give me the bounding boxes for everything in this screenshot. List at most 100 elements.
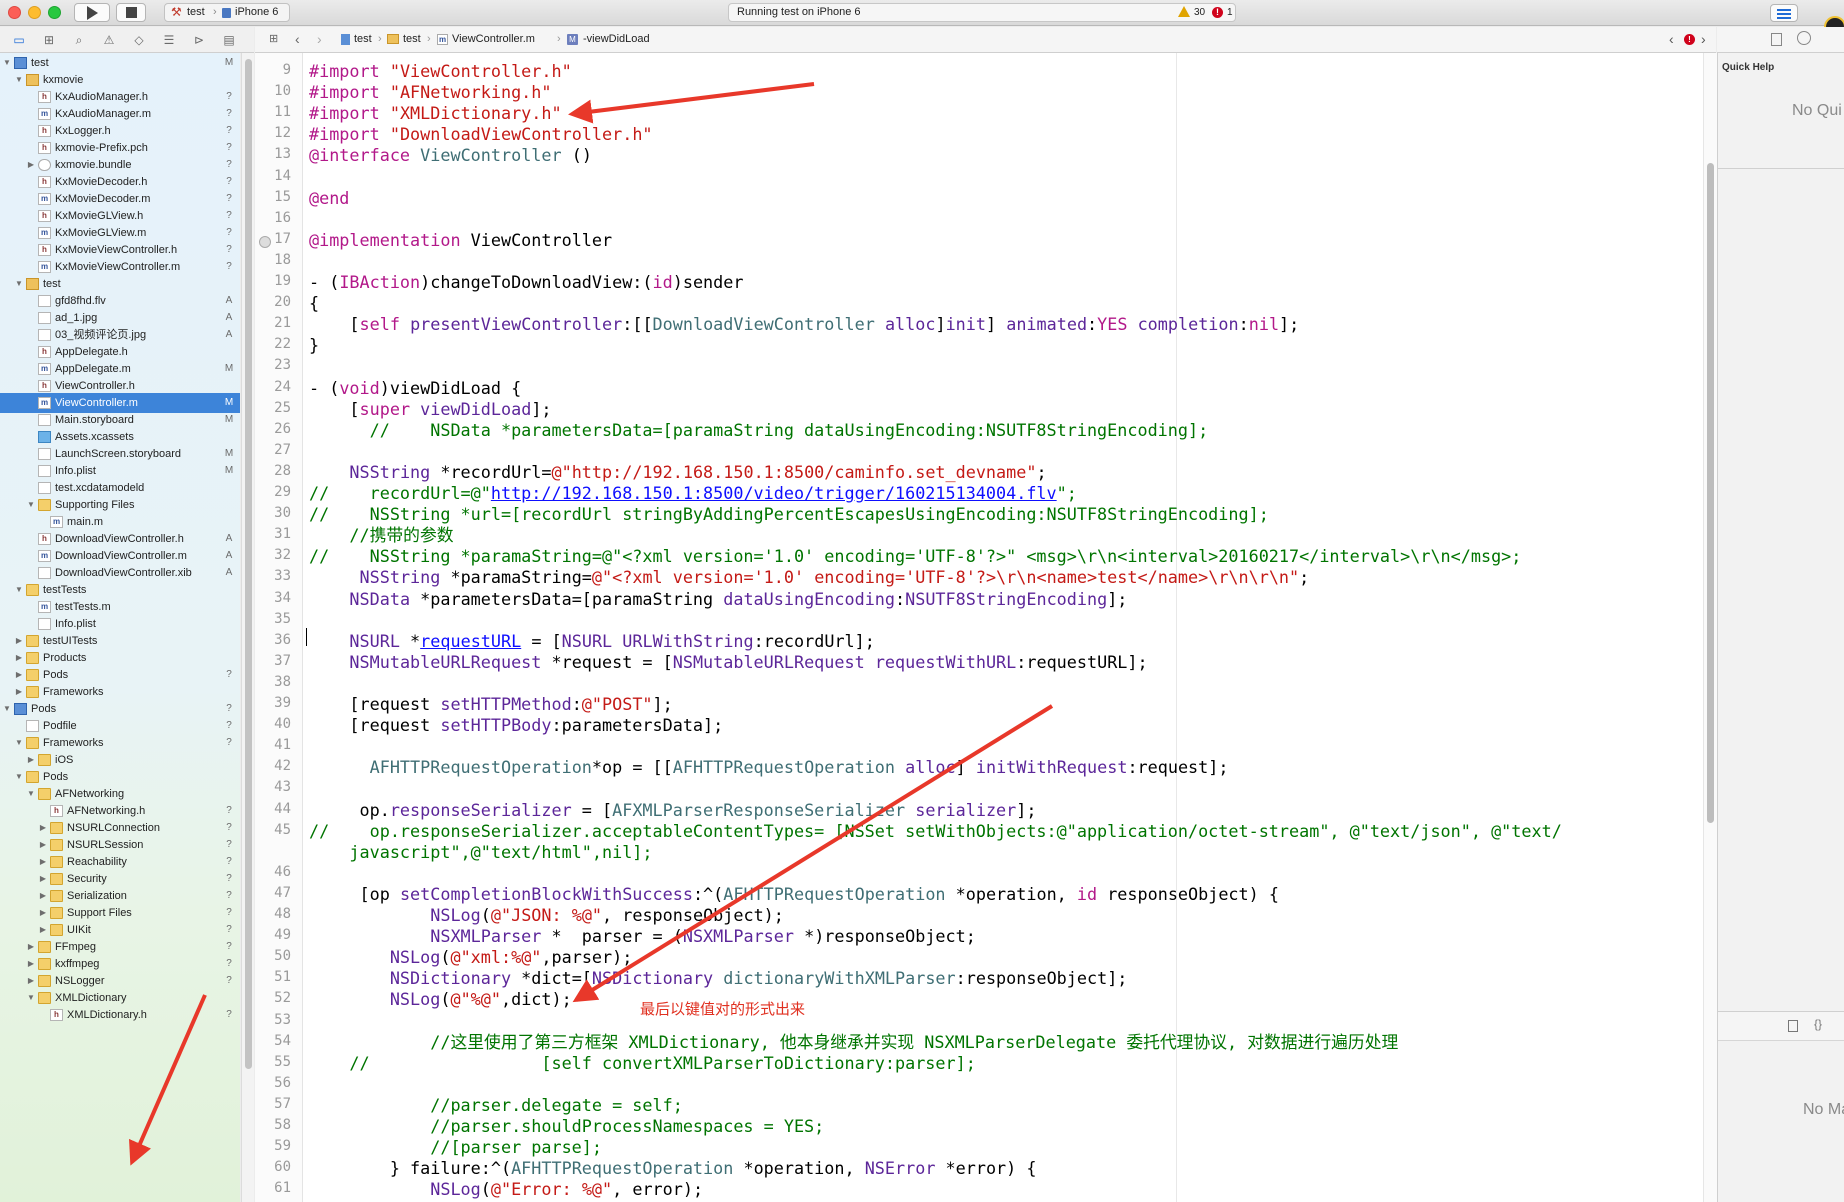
navigator-scrollbar[interactable] bbox=[241, 53, 254, 1202]
chevron-right-icon[interactable]: › bbox=[317, 27, 322, 52]
close-window-button[interactable] bbox=[8, 6, 21, 19]
code-line[interactable]: NSXMLParser * parser = (NSXMLParser *)re… bbox=[309, 926, 976, 947]
chevron-right-icon[interactable]: › bbox=[1701, 27, 1706, 52]
m-file-icon: m bbox=[50, 516, 63, 528]
code-line[interactable]: NSString *recordUrl=@"http://192.168.150… bbox=[309, 462, 1046, 483]
quick-help-icon[interactable] bbox=[1797, 31, 1811, 45]
stop-button[interactable] bbox=[116, 3, 146, 22]
code-line[interactable]: #import "XMLDictionary.h" bbox=[309, 103, 562, 124]
device-name[interactable]: iPhone 6 bbox=[235, 4, 278, 21]
code-line[interactable]: // NSString *paramaString=@"<?xml versio… bbox=[309, 546, 1521, 567]
code-snippet-icon[interactable]: {} bbox=[1814, 1017, 1822, 1031]
code-line[interactable]: [request setHTTPMethod:@"POST"]; bbox=[309, 694, 672, 715]
code-line[interactable]: @end bbox=[309, 188, 349, 209]
project-icon bbox=[341, 34, 350, 45]
error-icon[interactable]: ! bbox=[1212, 7, 1223, 18]
code-line[interactable]: #import "DownloadViewController.h" bbox=[309, 124, 653, 145]
warning-icon[interactable] bbox=[1178, 6, 1190, 17]
code-line[interactable]: //这里使用了第三方框架 XMLDictionary, 他本身继承并实现 NSX… bbox=[309, 1032, 1398, 1053]
code-line[interactable]: NSLog(@"Error: %@", error); bbox=[309, 1179, 703, 1200]
code-line[interactable]: // NSData *parametersData=[paramaString … bbox=[309, 420, 1209, 441]
code-line[interactable]: NSString *paramaString=@"<?xml version='… bbox=[309, 567, 1310, 588]
line-number: 9 bbox=[282, 62, 291, 78]
breakpoint-icon[interactable]: ⊳ bbox=[192, 33, 206, 47]
code-line[interactable]: //parser.delegate = self; bbox=[309, 1095, 683, 1116]
chevron-left-icon[interactable]: ‹ bbox=[1669, 27, 1674, 52]
code-line[interactable]: { bbox=[309, 293, 319, 314]
folder-file-icon bbox=[50, 907, 63, 919]
page-guide bbox=[1176, 53, 1177, 1202]
h-file-icon: h bbox=[38, 244, 51, 256]
code-line[interactable]: NSLog(@"%@",dict); bbox=[309, 989, 572, 1010]
code-line[interactable]: javascript",@"text/html",nil]; bbox=[309, 842, 652, 863]
symbol-icon[interactable]: ⊞ bbox=[42, 33, 56, 47]
code-line[interactable]: #import "ViewController.h" bbox=[309, 61, 572, 82]
code-line[interactable]: } bbox=[309, 335, 319, 356]
crumb-project[interactable]: test bbox=[354, 27, 372, 52]
folder-icon[interactable]: ▭ bbox=[12, 33, 26, 47]
issue-icon[interactable]: ⚠ bbox=[102, 33, 116, 47]
line-number: 28 bbox=[274, 462, 291, 479]
folder-file-icon bbox=[38, 499, 51, 511]
code-line[interactable]: [op setCompletionBlockWithSuccess:^(AFHT… bbox=[309, 884, 1279, 905]
code-line[interactable]: [super viewDidLoad]; bbox=[309, 399, 551, 420]
code-line[interactable]: op.responseSerializer = [AFXMLParserResp… bbox=[309, 800, 1037, 821]
code-line[interactable]: NSData *parametersData=[paramaString dat… bbox=[309, 589, 1127, 610]
zoom-window-button[interactable] bbox=[48, 6, 61, 19]
test-icon[interactable]: ◇ bbox=[132, 33, 146, 47]
standard-editor-button[interactable] bbox=[1770, 4, 1798, 22]
run-button[interactable] bbox=[74, 3, 110, 22]
crumb-group[interactable]: test bbox=[403, 27, 421, 52]
code-line[interactable]: // NSString *url=[recordUrl stringByAddi… bbox=[309, 504, 1269, 525]
code-line[interactable]: - (IBAction)changeToDownloadView:(id)sen… bbox=[309, 272, 743, 293]
file-template-icon[interactable] bbox=[1788, 1020, 1798, 1032]
code-line[interactable]: NSURL *requestURL = [NSURL URLWithString… bbox=[309, 631, 874, 652]
code-line[interactable]: [request setHTTPBody:parametersData]; bbox=[309, 715, 723, 736]
code-line[interactable]: //携带的参数 bbox=[309, 525, 453, 546]
warning-count[interactable]: 30 bbox=[1194, 4, 1205, 21]
code-line[interactable]: NSDictionary *dict=[NSDictionary diction… bbox=[309, 968, 1128, 989]
scheme-selector[interactable]: ⚒ test › iPhone 6 bbox=[164, 3, 290, 22]
utilities-panel: Quick Help No Qui {} No Ma bbox=[1717, 53, 1844, 1202]
code-line[interactable]: //[parser parse]; bbox=[309, 1137, 602, 1158]
other-file-icon bbox=[26, 720, 39, 732]
editor-scroll-thumb[interactable] bbox=[1707, 163, 1714, 823]
code-line[interactable]: // op.responseSerializer.acceptableConte… bbox=[309, 821, 1562, 842]
divider bbox=[1718, 168, 1844, 169]
code-line[interactable]: NSLog(@"JSON: %@", responseObject); bbox=[309, 905, 784, 926]
code-line[interactable]: AFHTTPRequestOperation*op = [[AFHTTPRequ… bbox=[309, 757, 1229, 778]
code-line[interactable]: // recordUrl=@"http://192.168.150.1:8500… bbox=[309, 483, 1077, 504]
search-icon[interactable]: ⌕ bbox=[72, 33, 86, 47]
code-line[interactable]: @interface ViewController () bbox=[309, 145, 592, 166]
source-editor[interactable]: #import "ViewController.h" #import "AFNet… bbox=[303, 53, 1703, 1202]
minimize-window-button[interactable] bbox=[28, 6, 41, 19]
h-file-icon: h bbox=[38, 210, 51, 222]
chevron-left-icon[interactable]: ‹ bbox=[295, 27, 300, 52]
navigator-scroll-thumb[interactable] bbox=[245, 59, 252, 1069]
crumb-method[interactable]: -viewDidLoad bbox=[583, 27, 650, 52]
code-line[interactable]: #import "AFNetworking.h" bbox=[309, 82, 552, 103]
code-line[interactable]: //parser.shouldProcessNamespaces = YES; bbox=[309, 1116, 824, 1137]
grid-icon[interactable]: ⊞ bbox=[269, 27, 278, 52]
editor-scrollbar[interactable] bbox=[1703, 53, 1717, 1202]
annotation-text: 最后以键值对的形式出来 bbox=[640, 1000, 806, 1018]
code-line[interactable]: NSMutableURLRequest *request = [NSMutabl… bbox=[309, 652, 1147, 673]
code-line[interactable]: NSLog(@"xml:%@",parser); bbox=[309, 947, 633, 968]
error-icon[interactable]: ! bbox=[1684, 34, 1695, 45]
line-number: 13 bbox=[274, 146, 291, 163]
report-icon[interactable]: ▤ bbox=[222, 33, 236, 47]
code-line[interactable]: @implementation ViewController bbox=[309, 230, 612, 251]
code-line[interactable]: // [self convertXMLParserToDictionary:pa… bbox=[309, 1053, 975, 1074]
line-number: 26 bbox=[274, 420, 291, 437]
line-number: 47 bbox=[274, 884, 291, 901]
file-inspector-icon[interactable] bbox=[1771, 33, 1782, 46]
debug-icon[interactable]: ☰ bbox=[162, 33, 176, 47]
code-line[interactable]: - (void)viewDidLoad { bbox=[309, 378, 521, 399]
code-line[interactable]: } failure:^(AFHTTPRequestOperation *oper… bbox=[309, 1158, 1037, 1179]
crumb-file[interactable]: ViewController.m bbox=[452, 27, 535, 52]
line-number: 30 bbox=[274, 505, 291, 522]
line-number-gutter[interactable]: 9 10 11 12 13 14 15 16 17 18 19 20 21 22 23 24 25 26 27 28 2… bbox=[255, 53, 303, 1202]
code-line[interactable]: [self presentViewController:[[DownloadVi… bbox=[309, 314, 1299, 335]
error-count[interactable]: 1 bbox=[1227, 4, 1233, 21]
navigator-row[interactable]: h XMLDictionary.h? bbox=[0, 1005, 240, 1025]
